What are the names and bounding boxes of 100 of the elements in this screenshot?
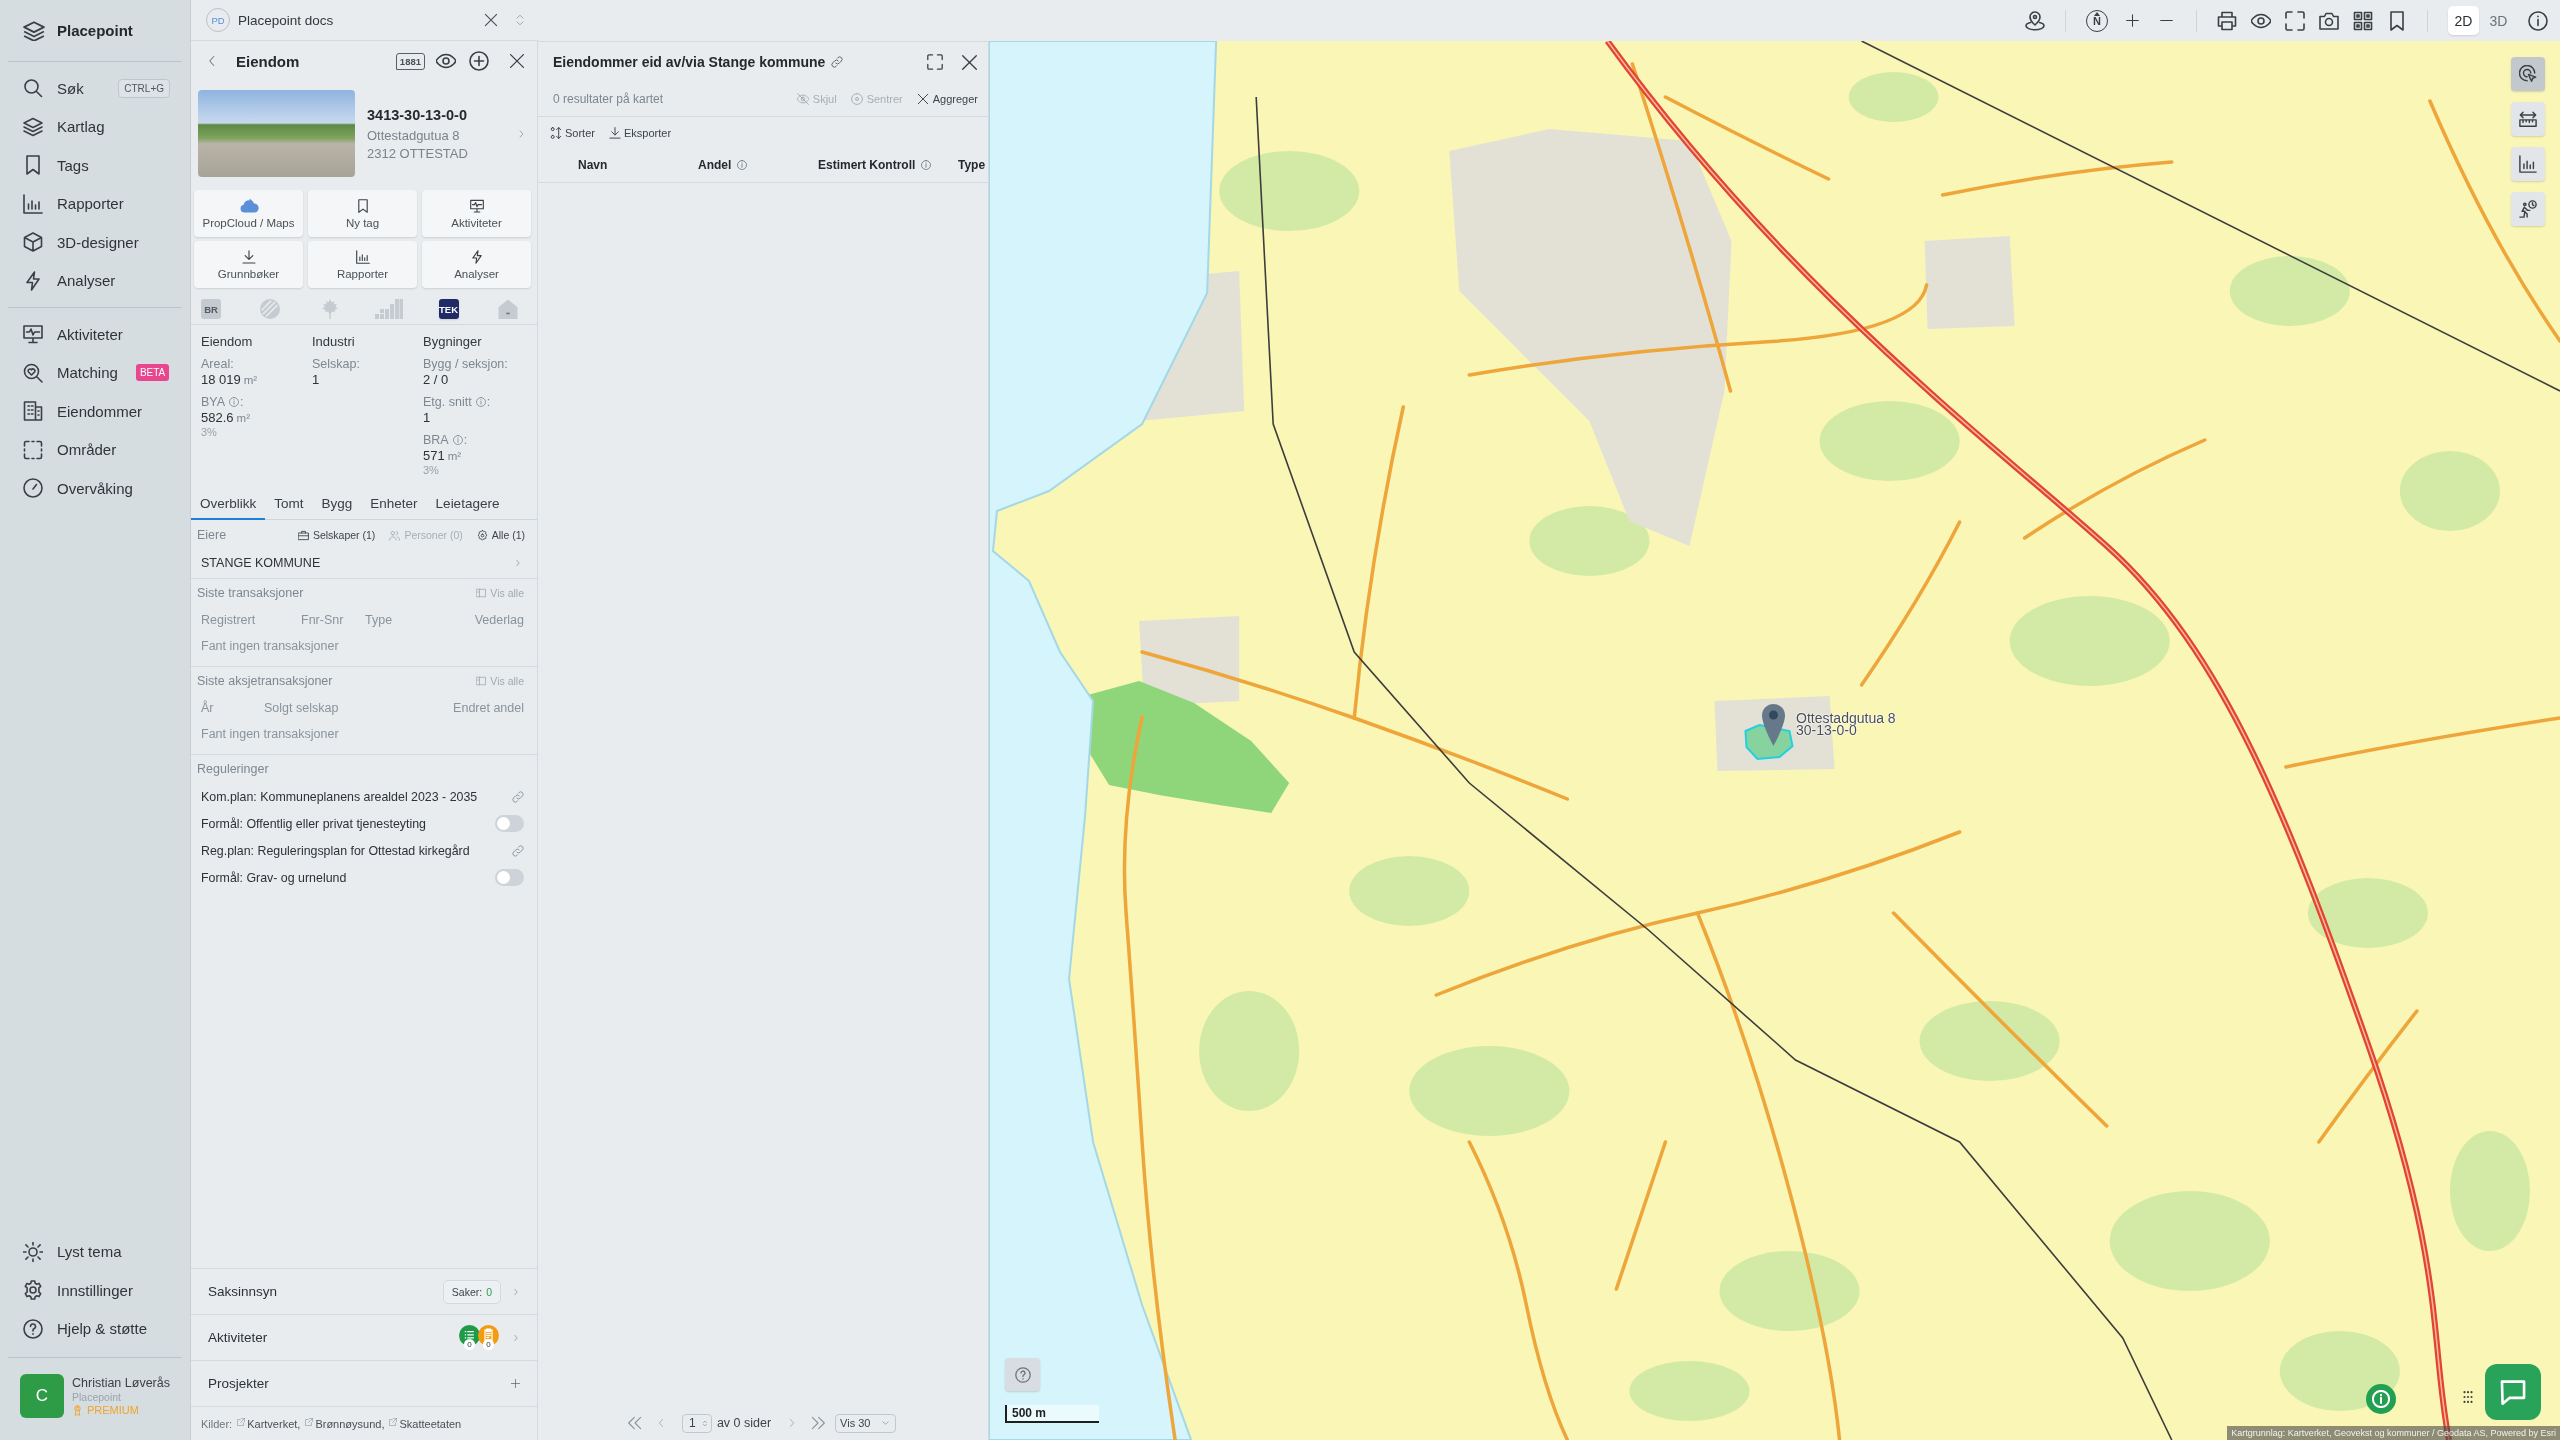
action-button[interactable]: Analyser bbox=[422, 241, 531, 288]
workspace-name[interactable]: Placepoint docs bbox=[238, 12, 334, 28]
nav-item[interactable]: Aktiviteter bbox=[23, 319, 123, 350]
stat-share: 3% bbox=[423, 464, 440, 476]
link-icon[interactable] bbox=[831, 56, 844, 68]
nav-item[interactable]: Analyser bbox=[23, 265, 116, 296]
next-page-icon[interactable] bbox=[788, 1416, 797, 1430]
clipboard-icon[interactable] bbox=[478, 1325, 499, 1346]
source-link[interactable]: Skatteetaten bbox=[389, 1417, 462, 1430]
nav-item[interactable]: Hjelp & støtte bbox=[23, 1313, 148, 1344]
zoom-in-icon[interactable] bbox=[2125, 14, 2139, 27]
map-tool-button[interactable] bbox=[2511, 57, 2545, 91]
layers-icon bbox=[23, 116, 43, 137]
bookmark-icon[interactable] bbox=[2387, 10, 2407, 31]
chevron-up-down-icon[interactable] bbox=[514, 13, 526, 27]
eye-icon[interactable] bbox=[436, 51, 456, 71]
action-button[interactable]: Ny tag bbox=[308, 190, 417, 237]
last-page-icon[interactable] bbox=[811, 1416, 826, 1430]
nav-item[interactable]: Rapporter bbox=[23, 188, 124, 219]
tab[interactable]: Enheter bbox=[361, 488, 427, 520]
tab[interactable]: Bygg bbox=[312, 488, 362, 520]
register-badge[interactable]: BR bbox=[201, 299, 221, 319]
stat-label: Areal: bbox=[201, 357, 234, 371]
column-header[interactable]: Estimert Kontroll bbox=[818, 158, 916, 172]
nav-item[interactable]: Innstillinger bbox=[23, 1275, 133, 1306]
section-label[interactable]: Saksinnsyn bbox=[208, 1284, 278, 1299]
nav-item[interactable]: 3D-designer bbox=[23, 227, 139, 258]
page-field[interactable]: 1 bbox=[681, 1413, 712, 1433]
tab[interactable]: Overblikk bbox=[191, 488, 266, 520]
beta-badge: BETA bbox=[135, 364, 170, 382]
grid-icon[interactable] bbox=[2353, 10, 2373, 31]
photo-placeholder[interactable] bbox=[198, 90, 355, 177]
view-mode-tab[interactable]: 3D bbox=[2483, 6, 2514, 35]
nav-item[interactable]: Lyst tema bbox=[23, 1236, 122, 1267]
link-icon[interactable] bbox=[512, 844, 524, 857]
stat-label: Bygg / seksjon: bbox=[423, 357, 508, 371]
tool-button[interactable]: Eksporter bbox=[608, 126, 672, 139]
house-icon[interactable] bbox=[497, 299, 518, 319]
location-pin-icon[interactable] bbox=[2025, 10, 2045, 31]
dots-grid-icon[interactable] bbox=[2461, 1390, 2475, 1404]
nav-item[interactable]: Matching bbox=[23, 357, 118, 388]
action-button[interactable]: Aktiviteter bbox=[422, 190, 531, 237]
stat-heading: Industri bbox=[312, 333, 356, 350]
owner-row[interactable]: STANGE KOMMUNE bbox=[191, 550, 537, 576]
plus-icon[interactable] bbox=[511, 1379, 520, 1388]
map-tool-button[interactable] bbox=[2511, 147, 2545, 181]
directory-button[interactable]: 1881 bbox=[395, 52, 425, 70]
property-id: 3413-30-13-0-0 bbox=[367, 106, 468, 123]
owner-filter[interactable]: Selskaper (1) bbox=[297, 529, 376, 541]
chat-button[interactable] bbox=[2485, 1364, 2541, 1420]
download-icon bbox=[241, 249, 256, 264]
map-pin-icon[interactable] bbox=[1761, 703, 1786, 747]
nav-item[interactable]: Områder bbox=[23, 434, 117, 465]
map-tool-button[interactable] bbox=[2511, 102, 2545, 136]
tool-button[interactable]: Sorter bbox=[550, 126, 595, 139]
close-icon[interactable] bbox=[961, 53, 978, 71]
chevron-right-icon[interactable] bbox=[518, 127, 525, 140]
tab[interactable]: Leietagere bbox=[426, 488, 509, 520]
source-link[interactable]: Kartverket, bbox=[237, 1417, 301, 1430]
back-icon[interactable] bbox=[207, 53, 217, 69]
column-header[interactable]: Andel bbox=[698, 158, 732, 172]
first-page-icon[interactable] bbox=[627, 1416, 642, 1430]
close-icon[interactable] bbox=[484, 13, 498, 27]
nav-item[interactable]: Overvåking bbox=[23, 473, 133, 504]
layers-logo-icon[interactable] bbox=[23, 20, 45, 41]
info-icon[interactable] bbox=[2528, 10, 2548, 31]
view-mode-tab[interactable]: 2D bbox=[2448, 6, 2479, 35]
action-button[interactable]: PropCloud / Maps bbox=[194, 190, 303, 237]
source-link[interactable]: Brønnøysund, bbox=[305, 1417, 385, 1430]
previous-page-icon[interactable] bbox=[656, 1416, 665, 1430]
register-badge[interactable]: TEK bbox=[438, 299, 459, 319]
link-icon[interactable] bbox=[512, 790, 524, 803]
tab[interactable]: Tomt bbox=[265, 488, 313, 520]
action-button[interactable]: Rapporter bbox=[308, 241, 417, 288]
nav-item[interactable]: Eiendommer bbox=[23, 396, 143, 427]
section-label[interactable]: Prosjekter bbox=[208, 1376, 269, 1391]
column-header[interactable]: Navn bbox=[578, 158, 608, 172]
fullscreen-icon[interactable] bbox=[927, 54, 943, 70]
map-action-button[interactable]: Aggreger bbox=[916, 93, 978, 105]
fullscreen-icon[interactable] bbox=[2285, 10, 2305, 31]
toggle-switch[interactable] bbox=[495, 815, 524, 832]
heart-search-icon bbox=[23, 362, 43, 383]
map-tool-button[interactable] bbox=[2511, 192, 2545, 226]
camera-icon[interactable] bbox=[2319, 10, 2339, 31]
external-link-icon bbox=[305, 1417, 314, 1426]
close-icon[interactable] bbox=[509, 53, 525, 69]
action-button[interactable]: Grunnbøker bbox=[194, 241, 303, 288]
owner-filter[interactable]: Alle (1) bbox=[476, 529, 525, 541]
user-avatar[interactable]: C bbox=[20, 1374, 64, 1418]
printer-icon[interactable] bbox=[2217, 10, 2237, 31]
help-button[interactable] bbox=[1005, 1358, 1040, 1391]
page-size-select[interactable]: Vis 30 bbox=[835, 1413, 897, 1433]
shortcut-badge: CTRL+G bbox=[118, 78, 170, 98]
nav-item[interactable]: Kartlag bbox=[23, 111, 105, 142]
column-header[interactable]: Type bbox=[958, 158, 986, 172]
nav-item[interactable]: Søk bbox=[23, 73, 84, 104]
toggle-switch[interactable] bbox=[495, 869, 524, 886]
empty-message: Fant ingen transaksjoner bbox=[200, 725, 340, 743]
section-label[interactable]: Aktiviteter bbox=[208, 1330, 268, 1345]
nav-item[interactable]: Tags bbox=[23, 150, 89, 181]
